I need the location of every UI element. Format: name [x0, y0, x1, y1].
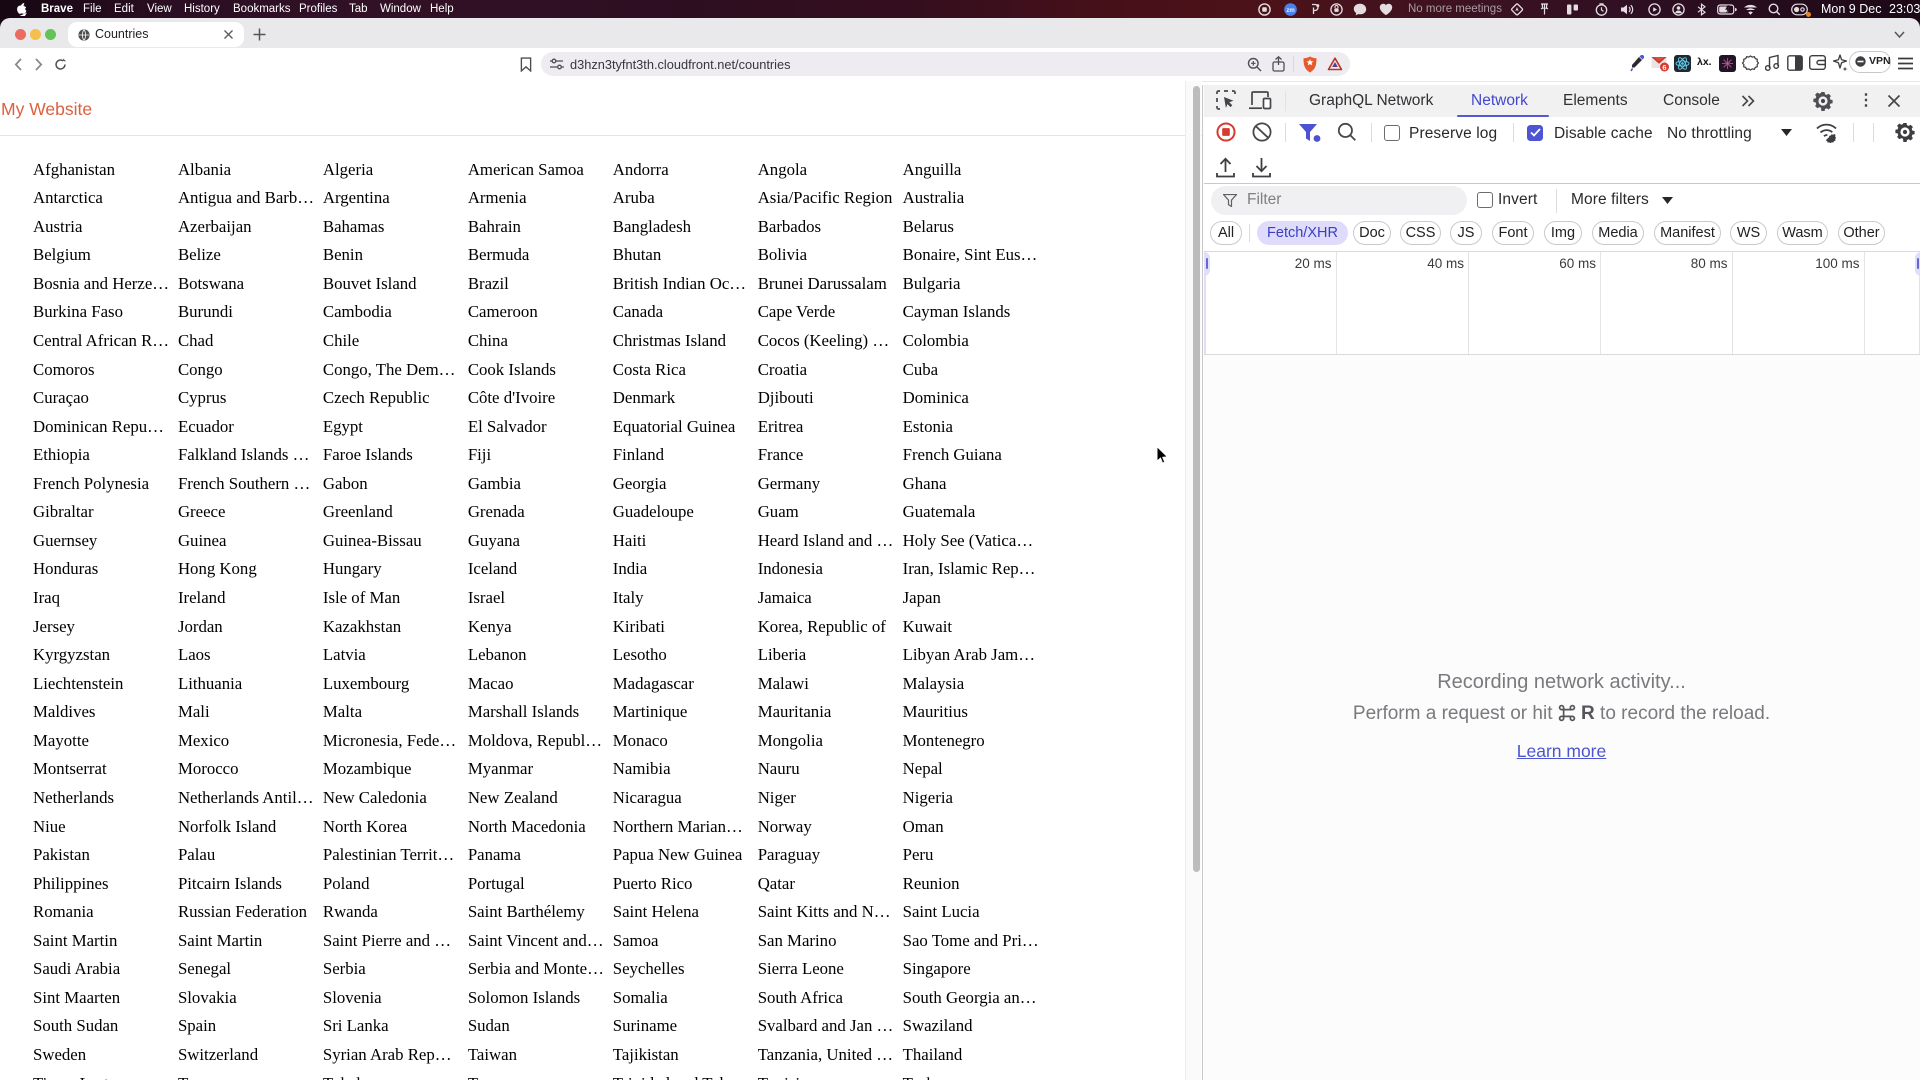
svg-text:6: 6	[1662, 63, 1666, 72]
svg-text:zm: zm	[1286, 8, 1294, 14]
